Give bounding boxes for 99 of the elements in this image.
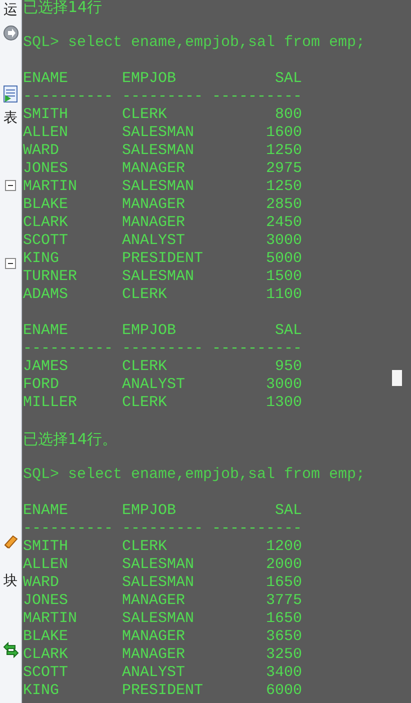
result-cell-text: FORD (23, 376, 60, 394)
result-cell-text: CLARK (23, 646, 70, 664)
result-cell-text: CLERK (122, 394, 168, 412)
menu-label[interactable]: 运 (4, 1, 18, 19)
result-cell-text: CLARK (23, 214, 70, 232)
result-cell-text: ALLEN (23, 556, 70, 574)
result-cell: PRESIDENT (122, 682, 203, 700)
panel-label: 表 (4, 109, 18, 127)
result-cell-text: 3400 (264, 664, 302, 682)
result-cell-text: 950 (274, 358, 302, 376)
result-cell-text: CLERK (122, 538, 168, 556)
result-cell-text: 1650 (264, 610, 302, 628)
result-cell-text: MANAGER (122, 646, 186, 664)
collapse-icon[interactable] (5, 258, 16, 269)
column-header: ENAME (23, 70, 70, 88)
column-underline: ---------- (23, 520, 113, 538)
column-underline: --------- (122, 88, 203, 106)
result-cell: PRESIDENT (122, 250, 203, 268)
column-underline: ---------- (212, 520, 302, 538)
result-cell-text: SCOTT (23, 664, 70, 682)
result-cell-text: BLAKE (23, 628, 70, 646)
result-cell-text: MANAGER (122, 214, 186, 232)
collapse-icon[interactable] (5, 180, 16, 191)
result-cell-text: SALESMAN (122, 574, 196, 592)
column-underline: ---------- (23, 88, 113, 106)
result-cell-text: 1500 (264, 268, 302, 286)
result-cell-text: 1100 (264, 286, 302, 304)
output-label: 块 (4, 572, 18, 590)
document-icon[interactable] (3, 85, 18, 103)
result-cell-text: JONES (23, 160, 70, 178)
result-cell-text: ANALYST (122, 664, 186, 682)
sql-command: SQL> select ename,empjob,sal from emp; (23, 34, 366, 52)
result-cell-text: 1650 (264, 574, 302, 592)
result-cell-text: MARTIN (23, 178, 78, 196)
result-cell-text: JONES (23, 592, 70, 610)
result-cell-text: 2000 (264, 556, 302, 574)
result-cell-text: MILLER (23, 394, 78, 412)
result-cell-text: CLERK (122, 358, 168, 376)
column-header: SAL (274, 502, 302, 520)
result-cell-text: SMITH (23, 538, 70, 556)
column-header: SAL (274, 70, 302, 88)
result-cell-text: SALESMAN (122, 142, 196, 160)
result-cell-text: SALESMAN (122, 268, 196, 286)
result-cell-text: MANAGER (122, 160, 186, 178)
result-cell-text: BLAKE (23, 196, 70, 214)
column-header: ENAME (23, 502, 70, 520)
result-cell-text: 2850 (264, 196, 302, 214)
column-underline: ---------- (212, 88, 302, 106)
result-cell-text: KING (23, 682, 60, 700)
arrows-icon[interactable] (2, 642, 18, 658)
result-cell-text: 800 (274, 106, 302, 124)
result-cell-text: SALESMAN (122, 124, 196, 142)
result-cell-text: 2975 (264, 160, 302, 178)
result-cell-text: MARTIN (23, 610, 78, 628)
result-cell-text: 1250 (264, 142, 302, 160)
result-cell-text: CLERK (122, 106, 168, 124)
result-cell-text: 5000 (264, 250, 302, 268)
result-cell-text: MANAGER (122, 196, 186, 214)
result-cell-text: SALESMAN (122, 610, 196, 628)
result-cell-text: ANALYST (122, 376, 186, 394)
result-cell-text: 1600 (264, 124, 302, 142)
result-cell-text: 1200 (264, 538, 302, 556)
result-cell-text: SCOTT (23, 232, 70, 250)
result-cell-text: 3000 (264, 376, 302, 394)
result-cell-text: ANALYST (122, 232, 186, 250)
result-cell-text: SALESMAN (122, 178, 196, 196)
column-underline: ---------- (212, 340, 302, 358)
result-cell-text: CLERK (122, 286, 168, 304)
result-cell-text: WARD (23, 142, 60, 160)
result-cell-text: 2450 (264, 214, 302, 232)
result-cell-text: 6000 (264, 682, 302, 700)
result-cell-text: 3000 (264, 232, 302, 250)
column-header: SAL (274, 322, 302, 340)
result-cell-text: ADAMS (23, 286, 70, 304)
column-header: EMPJOB (122, 502, 178, 520)
status-message: 已选择14行 (23, 0, 102, 16)
result-cell-text: 3650 (264, 628, 302, 646)
result-cell-text: MANAGER (122, 628, 186, 646)
status-message: 已选择14行。 (23, 430, 118, 448)
result-cell-text: KING (23, 250, 60, 268)
result-cell-text: ALLEN (23, 124, 70, 142)
result-cell-text: JAMES (23, 358, 70, 376)
column-underline: --------- (122, 340, 203, 358)
column-header: EMPJOB (122, 322, 178, 340)
sql-command: SQL> select ename,empjob,sal from emp; (23, 466, 366, 484)
column-underline: --------- (122, 520, 203, 538)
result-cell-text: WARD (23, 574, 60, 592)
result-cell-text: 3250 (264, 646, 302, 664)
result-cell-text: SMITH (23, 106, 70, 124)
result-cell-text: SALESMAN (122, 556, 196, 574)
result-cell-text: TURNER (23, 268, 78, 286)
column-header: ENAME (23, 322, 70, 340)
result-cell-text: 3775 (264, 592, 302, 610)
result-cell-text: MANAGER (122, 592, 186, 610)
column-underline: ---------- (23, 340, 113, 358)
eraser-icon[interactable] (2, 533, 18, 549)
column-header: EMPJOB (122, 70, 178, 88)
result-cell-text: 1250 (264, 178, 302, 196)
result-cell-text: 1300 (264, 394, 302, 412)
